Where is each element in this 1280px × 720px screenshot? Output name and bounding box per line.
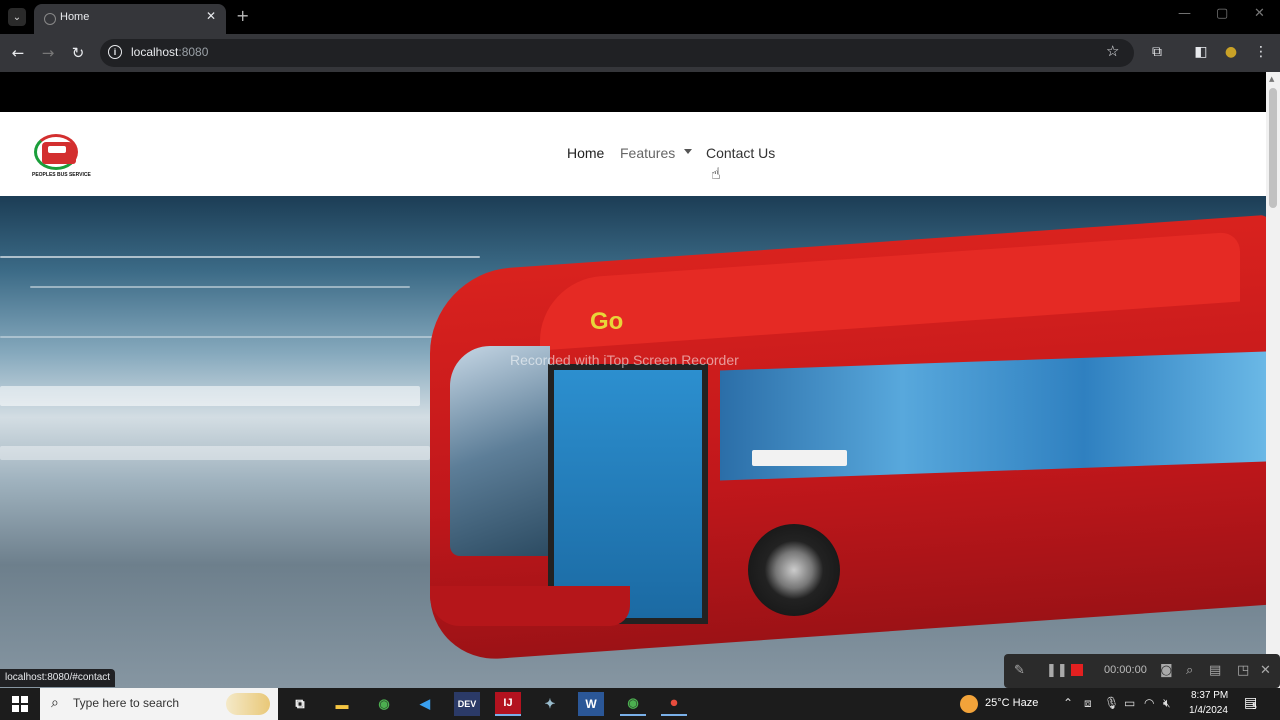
reload-icon[interactable]: ↻	[67, 42, 89, 64]
url-host: localhost	[131, 45, 179, 59]
browser-tab-strip: ⌄ Home ✕ + — ▢ ✕	[0, 0, 1280, 34]
notification-count: 5	[1252, 702, 1258, 711]
task-view-icon[interactable]: ⧉	[287, 692, 313, 716]
menu-kebab-icon[interactable]: ⋮	[1251, 42, 1271, 62]
browser-toolbar: ← → ↻ i localhost:8080 ☆ ⧉ ◧ ● ⋮	[0, 34, 1280, 72]
light-streak	[30, 286, 410, 288]
tray-chevron-up-icon[interactable]: ⌃	[1063, 696, 1073, 710]
bus-door	[548, 364, 708, 624]
zoom-icon[interactable]: ⌕	[1186, 663, 1193, 678]
recording-timer: 00:00:00	[1104, 664, 1147, 676]
speaker-muted-icon[interactable]: 🔇︎	[1163, 696, 1171, 711]
search-placeholder: Type here to search	[73, 696, 180, 710]
site-info-icon[interactable]: i	[108, 45, 122, 59]
scroll-thumb[interactable]	[1269, 88, 1277, 208]
word-icon[interactable]: W	[578, 692, 604, 716]
devcpp-icon[interactable]: DEV	[454, 692, 480, 716]
light-band	[0, 386, 420, 406]
logo-text: PEOPLES BUS SERVICE	[32, 172, 91, 178]
app-icon[interactable]: ✦	[537, 692, 563, 716]
top-black-bar	[0, 72, 1266, 112]
vscode-icon[interactable]: ◀	[412, 692, 438, 716]
url-text[interactable]: localhost:8080	[131, 45, 208, 59]
back-arrow-icon[interactable]: ←	[7, 42, 29, 64]
page-scrollbar[interactable]: ▲	[1266, 72, 1280, 688]
logo-square	[12, 705, 19, 712]
recorder-app-icon[interactable]: ⏺	[661, 692, 687, 716]
bus-icon	[42, 142, 76, 164]
site-navbar: PEOPLES BUS SERVICE Home Features Contac…	[0, 112, 1266, 196]
pen-icon[interactable]: ✎	[1014, 663, 1025, 678]
window-close-button[interactable]: ✕	[1254, 6, 1265, 21]
extensions-puzzle-icon[interactable]: ⧉	[1147, 42, 1167, 62]
caret-down-icon[interactable]	[684, 149, 692, 154]
recorder-watermark: Recorded with iTop Screen Recorder	[510, 352, 739, 368]
tray-app-icon[interactable]: ⧈	[1084, 696, 1092, 711]
camera-icon[interactable]: ◙	[1160, 663, 1173, 678]
logo-square	[21, 705, 28, 712]
microphone-icon[interactable]: 🎙︎	[1104, 696, 1119, 710]
weather-text[interactable]: 25°C Haze	[985, 697, 1038, 709]
bus-wheel	[748, 524, 840, 616]
screen-recorder-toolbar: ✎ ❚❚ 00:00:00 ◙ ⌕ ▤ ◳ ✕	[1004, 654, 1280, 688]
bookmark-star-icon[interactable]: ☆	[1106, 42, 1119, 60]
wifi-icon[interactable]: ◠	[1144, 696, 1154, 710]
taskbar-clock-date[interactable]: 1/4/2024	[1189, 705, 1228, 716]
battery-icon[interactable]: ▭	[1124, 696, 1135, 710]
profile-avatar-icon[interactable]: ●	[1221, 42, 1241, 62]
windows-logo	[11, 695, 29, 713]
light-band	[0, 446, 430, 460]
edit-window-icon[interactable]: ◳	[1237, 663, 1249, 678]
hero-bus-image: Go Recorded with iTop Screen Recorder	[0, 196, 1266, 688]
file-explorer-icon[interactable]: ▬	[329, 692, 355, 716]
taskbar-search-box[interactable]: ⌕ Type here to search	[40, 688, 278, 720]
url-port: :8080	[178, 45, 209, 59]
nav-contact-link[interactable]: Contact Us	[706, 145, 775, 161]
tab-title: Home	[60, 11, 90, 23]
bus-windshield	[450, 346, 550, 556]
light-streak	[0, 256, 480, 258]
close-icon[interactable]: ✕	[1260, 663, 1271, 678]
bus-destination-sign	[752, 450, 847, 466]
chrome-icon[interactable]: ◉	[371, 692, 397, 716]
maximize-button[interactable]: ▢	[1216, 6, 1228, 21]
bus-brand-logo: Go	[590, 308, 624, 335]
logo-square	[12, 696, 19, 703]
weather-icon[interactable]	[960, 695, 978, 713]
new-tab-button[interactable]: +	[236, 6, 249, 25]
chrome-active-icon[interactable]: ◉	[620, 692, 646, 716]
nav-home-link[interactable]: Home	[567, 145, 604, 161]
forward-arrow-icon[interactable]: →	[37, 42, 59, 64]
windows-start-icon[interactable]	[0, 688, 40, 720]
site-logo[interactable]: PEOPLES BUS SERVICE	[32, 132, 91, 182]
taskbar-clock-time[interactable]: 8:37 PM	[1191, 690, 1228, 701]
search-highlight-image[interactable]	[226, 693, 270, 715]
link-status-bubble: localhost:8080/#contact	[0, 669, 116, 687]
tab-search-chevron-icon[interactable]: ⌄	[8, 8, 26, 26]
globe-icon	[44, 13, 56, 25]
scroll-up-arrow-icon[interactable]: ▲	[1269, 75, 1274, 83]
address-bar[interactable]: i localhost:8080 ☆	[100, 39, 1134, 67]
search-icon: ⌕	[51, 695, 59, 711]
tab-home[interactable]: Home ✕	[34, 4, 226, 34]
tab-close-icon[interactable]: ✕	[206, 9, 216, 23]
hand-cursor-icon: ☝	[711, 164, 721, 183]
minimize-button[interactable]: —	[1178, 6, 1191, 21]
bus-bumper	[430, 586, 630, 626]
nav-features-dropdown[interactable]: Features	[620, 145, 675, 161]
web-page: PEOPLES BUS SERVICE Home Features Contac…	[0, 72, 1266, 688]
windows-taskbar: ⌕ Type here to search ⧉ ▬ ◉ ◀ DEV IJ ✦ W…	[0, 688, 1280, 720]
subtitle-icon[interactable]: ▤	[1209, 663, 1221, 678]
stop-record-button[interactable]	[1071, 664, 1083, 676]
logo-square	[21, 696, 28, 703]
light-streak	[0, 336, 450, 338]
notification-center-icon[interactable]: ▤ 5	[1244, 695, 1257, 711]
pause-icon[interactable]: ❚❚	[1046, 663, 1068, 678]
intellij-icon[interactable]: IJ	[495, 692, 521, 716]
side-panel-icon[interactable]: ◧	[1191, 42, 1211, 62]
